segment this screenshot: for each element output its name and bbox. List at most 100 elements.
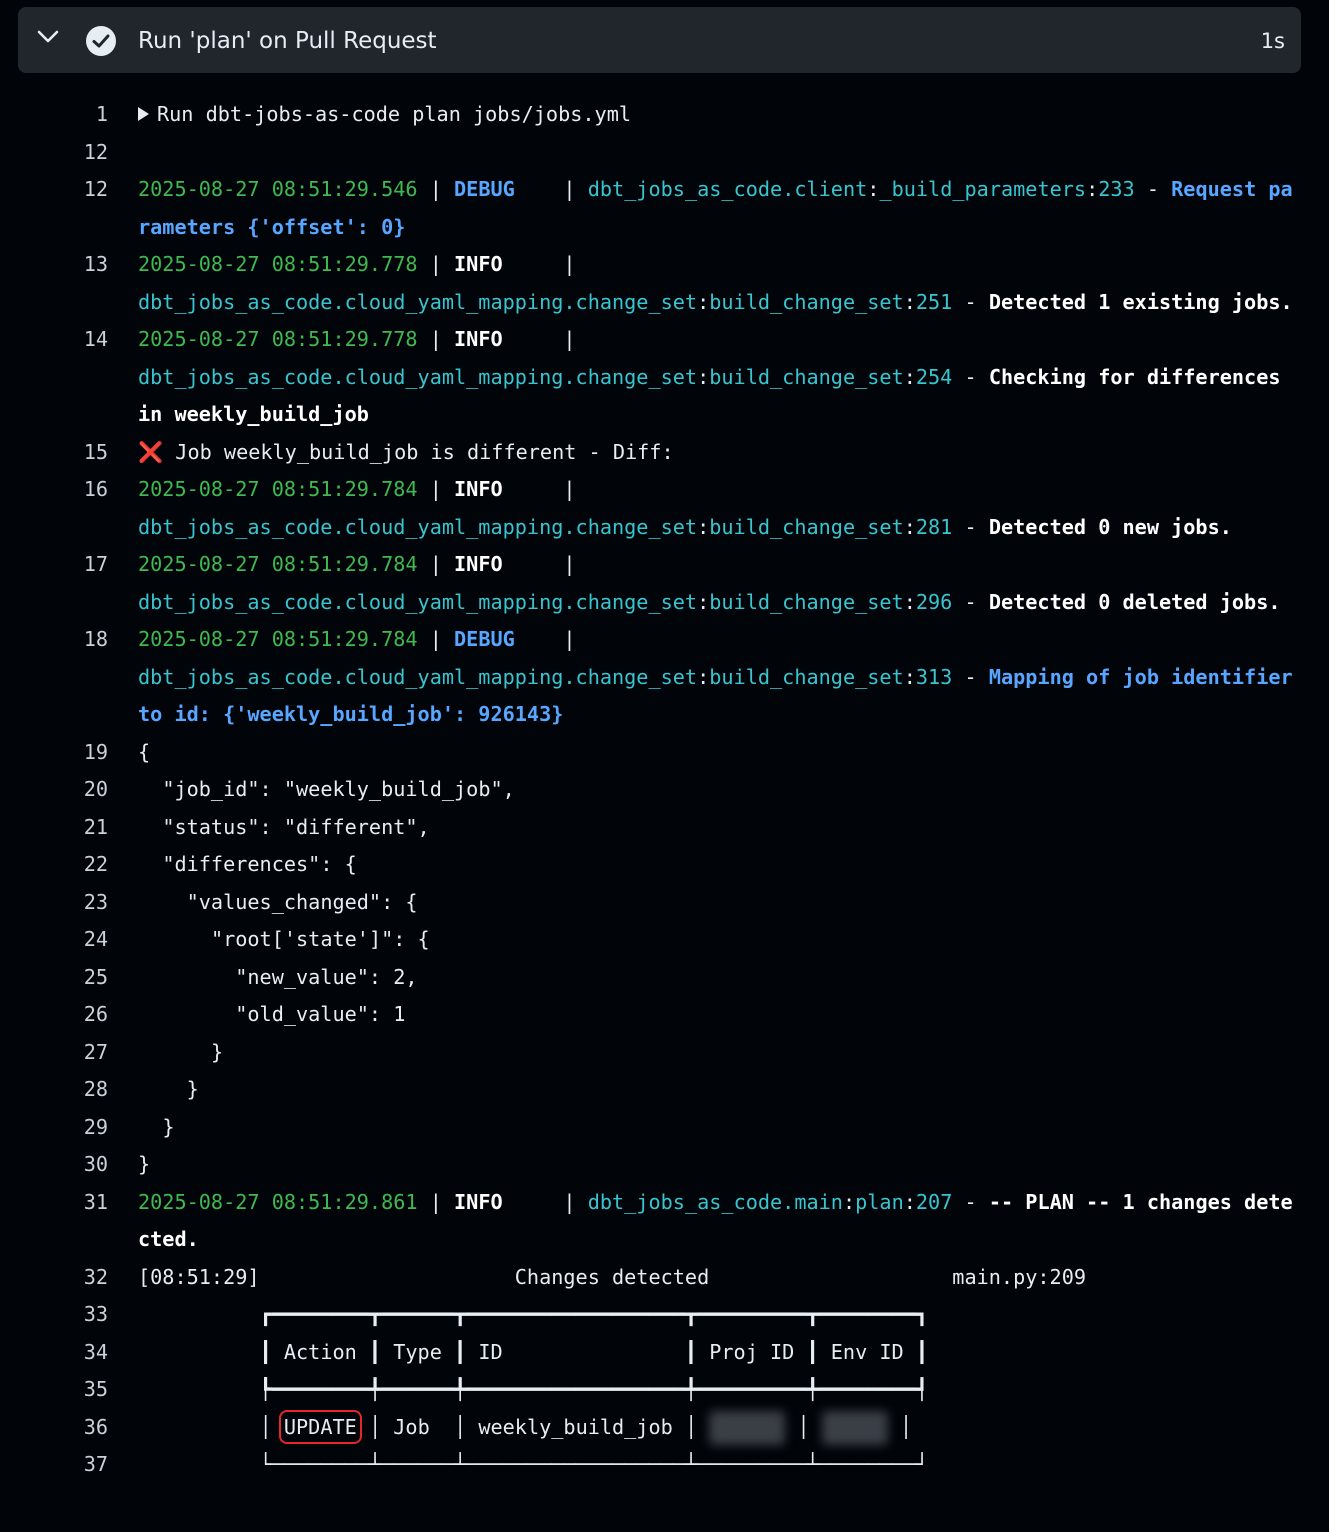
log-segment-plain: Run dbt-jobs-as-code plan jobs/jobs.yml: [157, 102, 632, 126]
log-segment-plain: "differences": {: [138, 852, 357, 876]
log-segment-plain: :: [697, 664, 710, 689]
line-number[interactable]: 1: [0, 96, 108, 134]
line-number[interactable]: 22: [0, 846, 108, 884]
log-segment-ts: 2025-08-27 08:51:29.784: [138, 552, 418, 576]
log-segment-plain: Job weekly_build_job is different - Diff…: [163, 439, 674, 464]
log-line-content: "old_value": 1: [138, 996, 1303, 1034]
log-segment-ts: 2025-08-27 08:51:29.546: [138, 177, 418, 201]
log-segment-plain: |: [563, 477, 576, 501]
line-number[interactable]: 32: [0, 1259, 108, 1297]
log-line-content: 2025-08-27 08:51:29.778 | INFO | dbt_job…: [138, 321, 1303, 434]
log-line-content: 2025-08-27 08:51:29.784 | DEBUG | dbt_jo…: [138, 621, 1303, 734]
log-segment-plain: "root['state']": {: [138, 927, 430, 951]
line-number[interactable]: 13: [0, 246, 108, 321]
log-segment-lvl-info: INFO: [454, 252, 503, 276]
log-line: 16 2025-08-27 08:51:29.784 | INFO | dbt_j…: [0, 471, 1329, 546]
line-number[interactable]: 34: [0, 1334, 108, 1372]
log-segment-mod: build_change_set: [709, 289, 904, 314]
log-segment-plain: └────────┴──────┴──────────────────┴────…: [138, 1452, 929, 1476]
log-segment-mod: dbt_jobs_as_code.cloud_yaml_mapping.chan…: [138, 514, 698, 539]
log-segment-plain: -: [1134, 177, 1172, 201]
log-segment-plain: :: [903, 1189, 916, 1214]
line-number[interactable]: 25: [0, 959, 108, 997]
log-line-content: "new_value": 2,: [138, 959, 1303, 997]
log-segment-mod: plan: [855, 1189, 904, 1214]
line-number[interactable]: 23: [0, 884, 108, 922]
log-segment-plain: │: [785, 1414, 822, 1439]
log-line: 12: [0, 134, 1329, 172]
log-segment-mod: 313: [915, 664, 953, 689]
check-circle-icon: [86, 26, 116, 56]
log-segment-plain: -: [952, 664, 989, 689]
log-segment-mod: build_change_set: [709, 364, 904, 389]
log-line-content: [138, 134, 1303, 172]
line-number[interactable]: 30: [0, 1146, 108, 1184]
line-number[interactable]: 17: [0, 546, 108, 621]
line-number[interactable]: 29: [0, 1109, 108, 1147]
line-number[interactable]: 27: [0, 1034, 108, 1072]
log-segment-plain: "old_value": 1: [138, 1002, 406, 1026]
line-number[interactable]: 37: [0, 1446, 108, 1484]
log-segment-msg-bold: Detected 0 deleted jobs.: [988, 589, 1281, 614]
log-segment-plain: |: [417, 252, 455, 276]
log-line-content: "differences": {: [138, 846, 1303, 884]
redacted-value: [709, 1411, 786, 1445]
log-segment-plain: :: [697, 364, 710, 389]
line-number[interactable]: 21: [0, 809, 108, 847]
log-segment-plain: }: [138, 1152, 151, 1176]
log-segment-plain: {: [138, 739, 151, 764]
log-segment-plain: -: [952, 1189, 989, 1214]
log-segment-plain: ┡━━━━━━━━╇━━━━━━╇━━━━━━━━━━━━━━━━━━╇━━━━…: [138, 1377, 929, 1401]
line-number[interactable]: 36: [0, 1409, 108, 1447]
line-number[interactable]: 35: [0, 1371, 108, 1409]
log-segment-plain: :: [842, 1189, 856, 1214]
log-line: 13 2025-08-27 08:51:29.778 | INFO | dbt_j…: [0, 246, 1329, 321]
log-segment-ts: 2025-08-27 08:51:29.778: [138, 327, 418, 351]
log-segment-plain: "new_value": 2,: [138, 964, 418, 989]
log-segment-plain: │: [138, 1414, 284, 1439]
log-segment-plain: |: [563, 552, 576, 576]
chevron-down-icon[interactable]: [37, 30, 59, 44]
line-number[interactable]: 20: [0, 771, 108, 809]
line-number[interactable]: 12: [0, 171, 108, 246]
log-segment-plain: │: [887, 1414, 913, 1439]
log-line-content: 2025-08-27 08:51:29.778 | INFO | dbt_job…: [138, 246, 1303, 321]
log-segment-mod: build_change_set: [709, 514, 904, 539]
log-line: 35 ┡━━━━━━━━╇━━━━━━╇━━━━━━━━━━━━━━━━━━╇━…: [0, 1371, 1329, 1409]
log-line-content: ❌ Job weekly_build_job is different - Di…: [138, 434, 1303, 472]
log-line-content: ┏━━━━━━━━┳━━━━━━┳━━━━━━━━━━━━━━━━━━┳━━━━…: [138, 1296, 1303, 1334]
log-segment-mod: dbt_jobs_as_code.cloud_yaml_mapping.chan…: [138, 289, 698, 314]
log-line-content: ┡━━━━━━━━╇━━━━━━╇━━━━━━━━━━━━━━━━━━╇━━━━…: [138, 1371, 1303, 1409]
log-segment-lvl-info: INFO: [454, 477, 503, 501]
line-number[interactable]: 26: [0, 996, 108, 1034]
line-number[interactable]: 24: [0, 921, 108, 959]
line-number[interactable]: 33: [0, 1296, 108, 1334]
log-line-content: "status": "different",: [138, 809, 1303, 847]
log-segment-plain: :: [1086, 177, 1099, 201]
line-number[interactable]: 15: [0, 434, 108, 472]
log-segment-plain: |: [417, 1189, 455, 1214]
log-segment-mod: dbt_jobs_as_code.cloud_yaml_mapping.chan…: [138, 664, 698, 689]
log-line: 33 ┏━━━━━━━━┳━━━━━━┳━━━━━━━━━━━━━━━━━━┳━…: [0, 1296, 1329, 1334]
line-number[interactable]: 18: [0, 621, 108, 734]
log-segment-mod: 207: [915, 1189, 953, 1214]
log-line-content: "job_id": "weekly_build_job",: [138, 771, 1303, 809]
log-segment-plain: |: [563, 327, 576, 351]
log-segment-plain: -: [952, 589, 989, 614]
log-segment-mod: dbt_jobs_as_code.main: [587, 1189, 843, 1214]
log-segment-plain: ┏━━━━━━━━┳━━━━━━┳━━━━━━━━━━━━━━━━━━┳━━━━…: [138, 1302, 929, 1326]
log-segment-plain: :: [867, 177, 880, 201]
log-segment-plain: |: [563, 252, 576, 276]
log-line-content: 2025-08-27 08:51:29.784 | INFO | dbt_job…: [138, 471, 1303, 546]
log-segment-mod: 296: [915, 589, 953, 614]
line-number[interactable]: 28: [0, 1071, 108, 1109]
log-segment-plain: -: [952, 514, 989, 539]
line-number[interactable]: 16: [0, 471, 108, 546]
line-number[interactable]: 12: [0, 134, 108, 172]
line-number[interactable]: 14: [0, 321, 108, 434]
line-number[interactable]: 19: [0, 734, 108, 772]
line-number[interactable]: 31: [0, 1184, 108, 1259]
log-line-content: ┃ Action ┃ Type ┃ ID ┃ Proj ID ┃ Env ID …: [138, 1334, 1303, 1372]
log-line: 28 }: [0, 1071, 1329, 1109]
expand-triangle-icon[interactable]: [138, 107, 149, 121]
